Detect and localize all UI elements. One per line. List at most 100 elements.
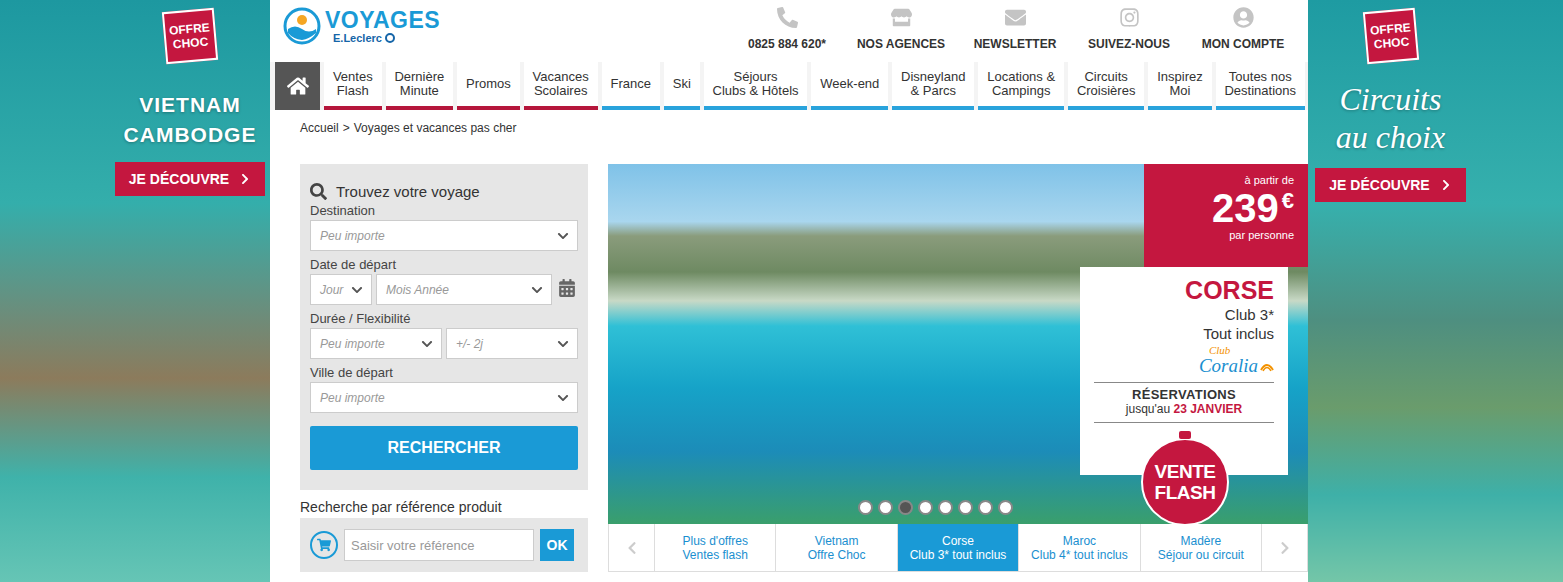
logo-brand: E.Leclerc (325, 32, 440, 45)
search-button[interactable]: RECHERCHER (310, 426, 578, 470)
reference-input[interactable] (344, 529, 534, 561)
field-label: Durée / Flexibilité (310, 310, 578, 328)
phone-icon (777, 7, 798, 28)
breadcrumb-item[interactable]: Voyages et vacances pas cher (354, 121, 517, 164)
nav-tab[interactable]: InspirezMoi (1148, 62, 1211, 110)
top-link[interactable]: NEWSLETTER (958, 0, 1072, 51)
offer-badge: OFFRECHOC (162, 8, 218, 64)
nav-tab[interactable]: Ski (664, 62, 700, 110)
search-field: Durée / FlexibilitéPeu importe+/- 2j (310, 310, 578, 364)
ok-button[interactable]: OK (540, 529, 574, 561)
top-link[interactable]: MON COMPTE (1186, 0, 1300, 51)
nav-tab[interactable]: Toutes nosDestinations (1216, 62, 1305, 110)
home-icon (287, 75, 309, 97)
select-field[interactable]: Mois Année (376, 274, 552, 305)
user-icon (1233, 7, 1254, 28)
carousel-dot[interactable] (998, 500, 1013, 515)
chevron-down-icon (531, 284, 543, 296)
carousel-dot[interactable] (858, 500, 873, 515)
chevron-down-icon (557, 230, 569, 242)
chevron-right-icon (1278, 541, 1292, 555)
cart-icon (310, 531, 338, 559)
discover-button[interactable]: JE DÉCOUVRE (115, 162, 265, 196)
reference-title: Recherche par référence produit (300, 498, 588, 516)
carousel-dot[interactable] (878, 500, 893, 515)
field-label: Destination (310, 202, 578, 220)
left-banner[interactable]: OFFRECHOC VIETNAMCAMBODGE JE DÉCOUVRE (0, 0, 270, 582)
logo-icon (283, 7, 321, 45)
nav-tab[interactable]: Week-end (811, 62, 888, 110)
offer-line: Club 3* (1225, 305, 1274, 324)
nav-tab[interactable]: France (602, 62, 660, 110)
home-button[interactable] (275, 62, 320, 110)
select-field[interactable]: +/- 2j (446, 328, 578, 359)
main-column: VOYAGESE.Leclerc 0825 884 620*NOS AGENCES… (270, 0, 1308, 582)
banner-title: VIETNAMCAMBODGE (124, 90, 257, 150)
chevron-left-icon (625, 541, 639, 555)
search-title: Trouvez votre voyage (310, 180, 578, 202)
select-field[interactable]: Peu importe (310, 382, 578, 413)
destination: CORSE (1185, 275, 1274, 305)
nav-tab[interactable]: DernièreMinute (386, 62, 454, 110)
mail-icon (1005, 7, 1026, 28)
breadcrumb-item[interactable]: Accueil (300, 121, 339, 164)
club-logo: ClubCoralia (1199, 345, 1274, 376)
nav-tab[interactable]: CircuitsCroisières (1068, 62, 1144, 110)
slide-tab[interactable]: VietnamOffre Choc (775, 524, 896, 571)
reference-box: OK (300, 518, 588, 572)
instagram-icon (1119, 7, 1140, 28)
chevron-down-icon (351, 284, 363, 296)
logo[interactable]: VOYAGESE.Leclerc (283, 7, 440, 45)
nav-tab[interactable]: Promos (457, 62, 520, 110)
calendar-button[interactable] (556, 279, 578, 301)
select-field[interactable]: Peu importe (310, 328, 442, 359)
chevron-down-icon (557, 392, 569, 404)
sun-icon (1260, 360, 1274, 372)
chevron-down-icon (421, 338, 433, 350)
nav-tab[interactable]: VentesFlash (324, 62, 382, 110)
breadcrumb-separator: > (343, 121, 350, 164)
right-banner[interactable]: OFFRECHOC Circuitsau choix JE DÉCOUVRE (1308, 0, 1563, 582)
next-button[interactable] (1262, 524, 1307, 571)
calendar-icon (558, 279, 576, 297)
slide-tab[interactable]: CorseClub 3* tout inclus (897, 524, 1018, 571)
store-icon (891, 7, 912, 28)
top-link[interactable]: NOS AGENCES (844, 0, 958, 51)
banner-title: Circuitsau choix (1336, 80, 1445, 156)
carousel-dot[interactable] (938, 500, 953, 515)
top-link[interactable]: 0825 884 620* (730, 0, 844, 51)
logo-name: VOYAGES (325, 8, 440, 32)
nav-tab[interactable]: VacancesScolaires (524, 62, 598, 110)
carousel-dot[interactable] (898, 500, 913, 515)
search-column: Trouvez votre voyageDestinationPeu impor… (300, 164, 588, 572)
slide-tab[interactable]: Plus d'offresVentes flash (654, 524, 775, 571)
select-field[interactable]: Peu importe (310, 220, 578, 251)
header: VOYAGESE.Leclerc 0825 884 620*NOS AGENCES… (270, 0, 1308, 62)
top-link[interactable]: SUIVEZ-NOUS (1072, 0, 1186, 51)
carousel-dot[interactable] (918, 500, 933, 515)
main-nav: VentesFlashDernièreMinutePromosVacancesS… (270, 62, 1308, 110)
search-panel: Trouvez votre voyageDestinationPeu impor… (300, 164, 588, 490)
price-box: à partir de239€par personne (1144, 164, 1308, 267)
flash-badge: VENTEFLASH (1141, 438, 1229, 526)
nav-tab[interactable]: SéjoursClubs & Hôtels (704, 62, 808, 110)
breadcrumb: Accueil>Voyages et vacances pas cher (270, 110, 1308, 164)
select-field[interactable]: Jour (310, 274, 372, 305)
carousel-dot[interactable] (958, 500, 973, 515)
nav-tab[interactable]: Locations &Campings (978, 62, 1064, 110)
offer-badge: OFFRECHOC (1362, 8, 1418, 64)
offer-line: Tout inclus (1203, 324, 1274, 343)
top-links: 0825 884 620*NOS AGENCESNEWSLETTERSUIVEZ… (730, 0, 1308, 51)
slide-tab[interactable]: MarocClub 4* tout inclus (1018, 524, 1139, 571)
search-icon (310, 183, 327, 200)
page: OFFRECHOC VIETNAMCAMBODGE JE DÉCOUVRE VOYAG… (0, 0, 1563, 582)
slide-tab[interactable]: MadèreSéjour ou circuit (1140, 524, 1262, 571)
slide-tabs: Plus d'offresVentes flashVietnamOffre Ch… (608, 524, 1308, 572)
prev-button[interactable] (609, 524, 654, 571)
carousel-dot[interactable] (978, 500, 993, 515)
discover-button[interactable]: JE DÉCOUVRE (1315, 168, 1465, 202)
chevron-right-icon (1440, 179, 1452, 191)
nav-tab[interactable]: Disneyland& Parcs (892, 62, 974, 110)
slide[interactable]: à partir de239€par personne CORSEClub 3*T… (608, 164, 1308, 524)
chevron-right-icon (239, 173, 251, 185)
